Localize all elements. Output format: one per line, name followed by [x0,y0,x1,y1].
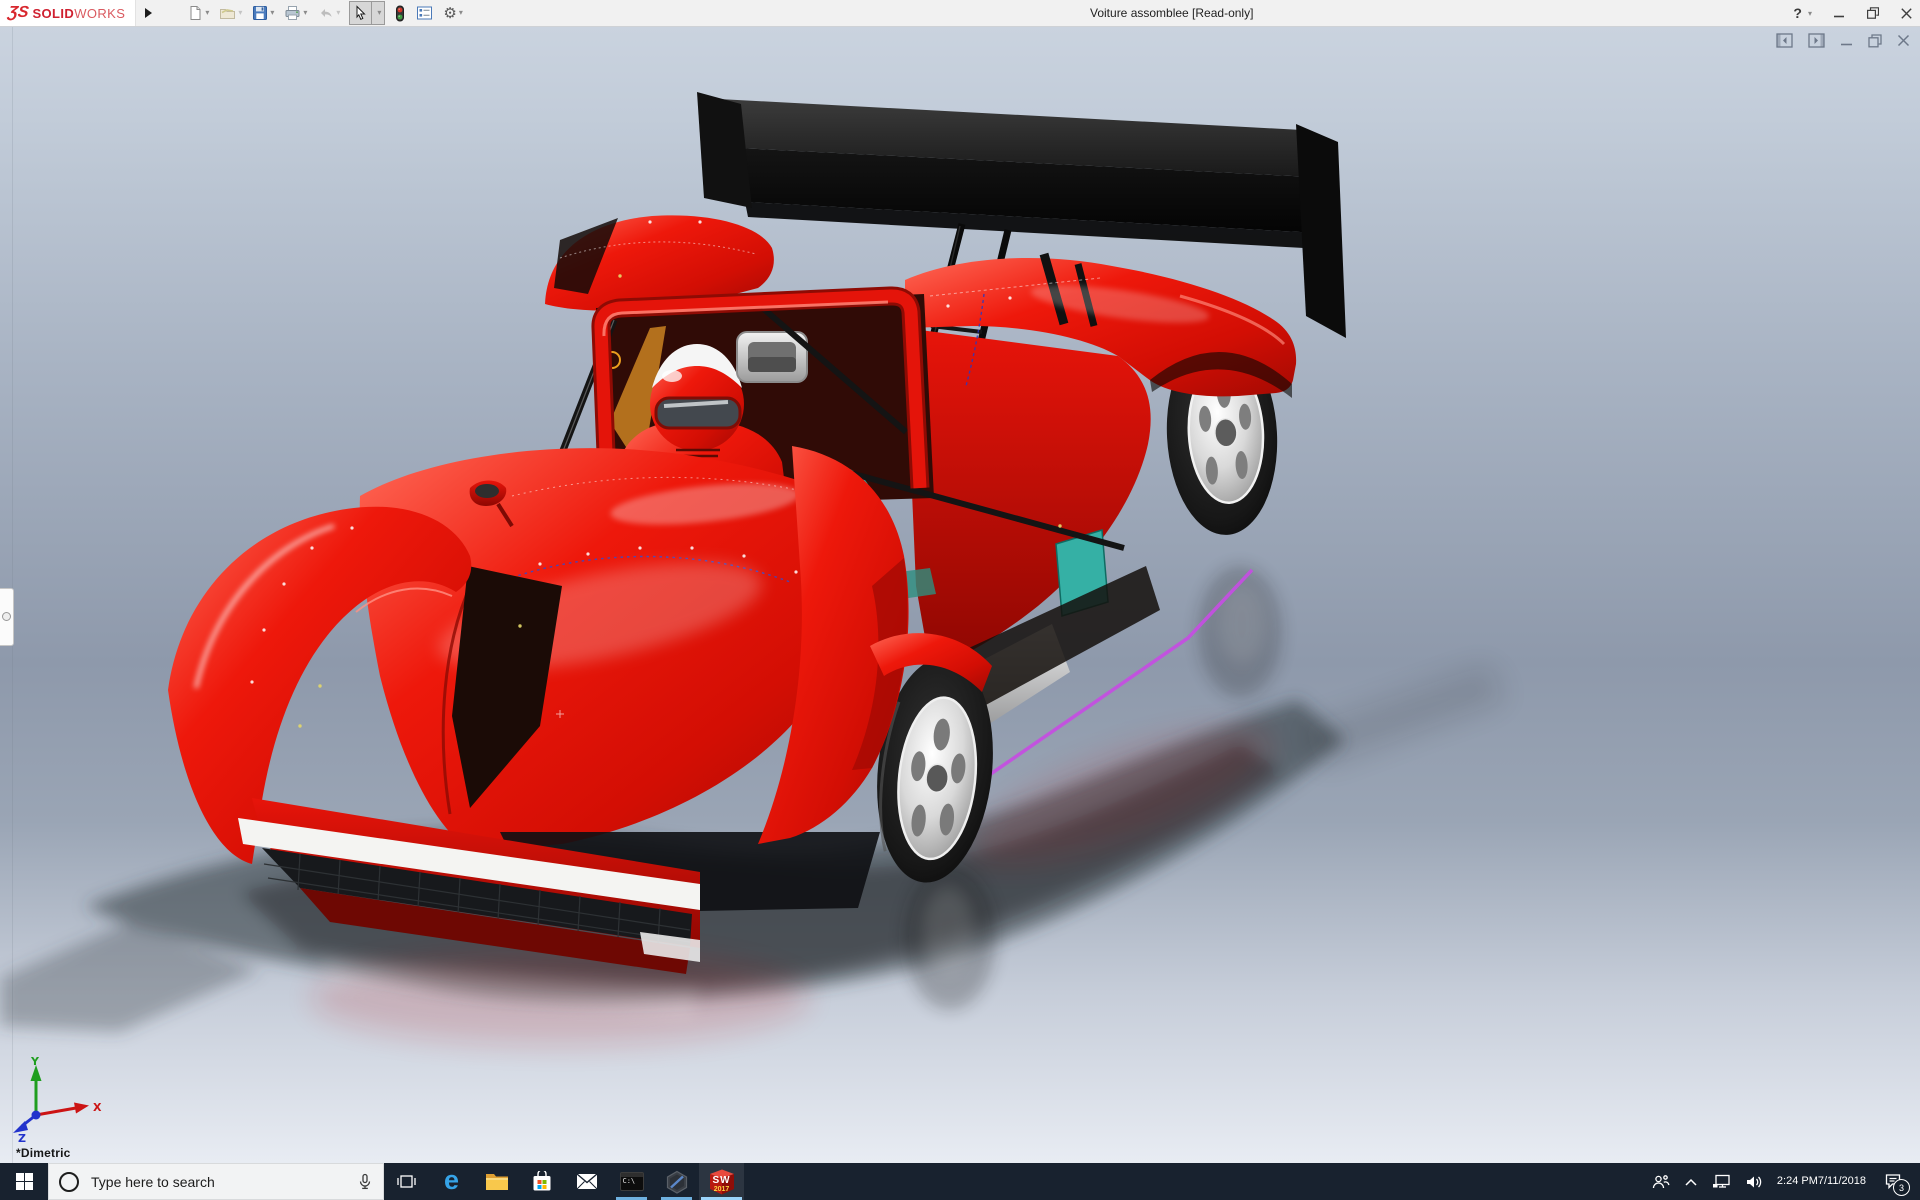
taskbar-app-edge[interactable]: e [429,1163,474,1200]
restore-button[interactable] [1867,7,1879,19]
triad-x-label: X [93,1101,102,1114]
select-tool-group: ▾ [349,1,386,25]
solidworks-logo-mark: ƷS [6,4,30,21]
mail-icon [576,1173,597,1190]
dropdown-caret-icon: ▾ [377,8,382,17]
show-pane-left-button[interactable] [1776,33,1793,48]
options-button[interactable]: ⚙ ▾ [442,2,463,24]
feature-list-icon [417,6,433,20]
edge-icon: e [443,1165,460,1195]
undo-icon [321,9,332,17]
windows-logo-icon [15,1173,33,1190]
document-window-controls [1776,33,1910,48]
solidworks-app-icon: SW 2017 [709,1169,735,1195]
solidworks-icon-year: 2017 [713,1185,730,1193]
select-dropdown-button[interactable]: ▾ [371,2,384,24]
windows-taskbar: e C: [0,1163,1920,1200]
select-button[interactable] [350,2,371,24]
volume-button[interactable] [1745,1174,1763,1190]
quick-access-toolbar: ▾ ▾ ▾ ▾ ▾ ▾ ⚙ ▾ [186,1,464,25]
dropdown-caret-icon: ▾ [205,8,210,17]
taskbar-search[interactable] [48,1163,384,1200]
title-bar: ƷS SOLID WORKS ▾ ▾ ▾ ▾ ▾ ▾ ⚙ ▾ Voiture a… [0,0,1920,27]
gear-icon: ⚙ [443,4,457,22]
cortana-icon [59,1171,79,1192]
taskbar-app-solidworks-2017[interactable]: SW 2017 [699,1163,744,1200]
dropdown-caret-icon: ▾ [303,8,308,17]
doc-restore-button[interactable] [1868,33,1882,48]
graphics-viewport[interactable]: Y X Z *Dimetric [0,26,1920,1163]
dropdown-caret-icon: ▾ [458,8,463,17]
microsoft-store-icon [533,1170,550,1190]
window-title: Voiture assomblee [Read-only] [1090,6,1254,20]
new-document-button[interactable]: ▾ [186,2,210,24]
window-controls: ? ▾ [1793,0,1912,26]
system-tray: 2:24 PM 7/11/2018 3 [1645,1163,1920,1200]
taskbar-app-file-explorer[interactable] [474,1163,519,1200]
search-input[interactable] [89,1172,347,1191]
appearance-lights-icon [396,5,405,21]
featuremanager-collapsed-handle[interactable] [0,588,14,646]
triad-y-label: Y [30,1055,40,1068]
command-prompt-label: C:\ [622,1177,636,1185]
taskbar-app-command-prompt[interactable]: C:\ [609,1163,654,1200]
display-settings-button[interactable] [415,2,434,24]
taskbar-app-mail[interactable] [564,1163,609,1200]
doc-close-button[interactable] [1897,34,1910,47]
task-view-icon [397,1175,416,1188]
action-center-button[interactable]: 3 [1884,1173,1910,1196]
appearance-button[interactable] [393,2,407,24]
hidden-icons-button[interactable] [1684,1177,1698,1187]
orientation-triad: Y X Z [13,1055,102,1143]
dropdown-caret-icon: ▾ [238,8,243,17]
toolbar-expand-button[interactable] [135,0,160,26]
clock-date: 7/11/2018 [1817,1175,1866,1187]
new-document-icon [190,6,201,20]
solidworks-logo: ƷS SOLID WORKS [0,0,136,26]
dropdown-caret-icon: ▾ [270,8,275,17]
people-button[interactable] [1651,1174,1670,1190]
triad-z-label: Z [18,1132,26,1143]
command-prompt-icon: C:\ [619,1172,644,1191]
taskbar-app-microsoft-store[interactable] [519,1163,564,1200]
open-document-button[interactable]: ▾ [218,2,243,24]
desktop: ƷS SOLID WORKS ▾ ▾ ▾ ▾ ▾ ▾ ⚙ ▾ Voiture a… [0,0,1920,1200]
chevron-up-icon [1685,1178,1697,1186]
tray-clock[interactable]: 2:24 PM 7/11/2018 [1777,1175,1866,1188]
network-button[interactable] [1712,1174,1731,1190]
notification-badge: 3 [1893,1179,1910,1196]
minimize-button[interactable] [1834,8,1845,19]
doc-minimize-button[interactable] [1840,34,1853,47]
open-document-icon [220,9,236,19]
dropdown-caret-icon: ▾ [336,8,341,17]
microphone-icon[interactable] [357,1173,373,1190]
help-button[interactable]: ? [1793,5,1802,21]
file-explorer-icon [485,1173,508,1190]
show-pane-right-button[interactable] [1808,33,1825,48]
save-button[interactable]: ▾ [251,2,275,24]
close-button[interactable] [1901,7,1912,19]
taskbar-app-cad-app[interactable] [654,1163,699,1200]
select-cursor-icon [356,5,367,20]
network-icon [1712,1174,1730,1188]
cad-app-hexagon-icon [666,1170,687,1194]
taskbar-app-task-view[interactable] [384,1163,429,1200]
speaker-icon [1746,1176,1762,1187]
help-dropdown-caret-icon: ▾ [1807,8,1812,18]
people-icon [1652,1174,1670,1188]
view-orientation-label: *Dimetric [16,1146,71,1160]
save-icon [253,6,268,20]
print-button[interactable]: ▾ [283,2,308,24]
solidworks-icon-label: SW [712,1174,731,1186]
right-arrow-icon [144,8,152,18]
undo-button[interactable]: ▾ [316,2,341,24]
3d-model-race-car[interactable] [0,26,1920,1163]
clock-time: 2:24 PM [1776,1175,1818,1187]
print-icon [285,6,300,20]
start-button[interactable] [0,1163,48,1200]
